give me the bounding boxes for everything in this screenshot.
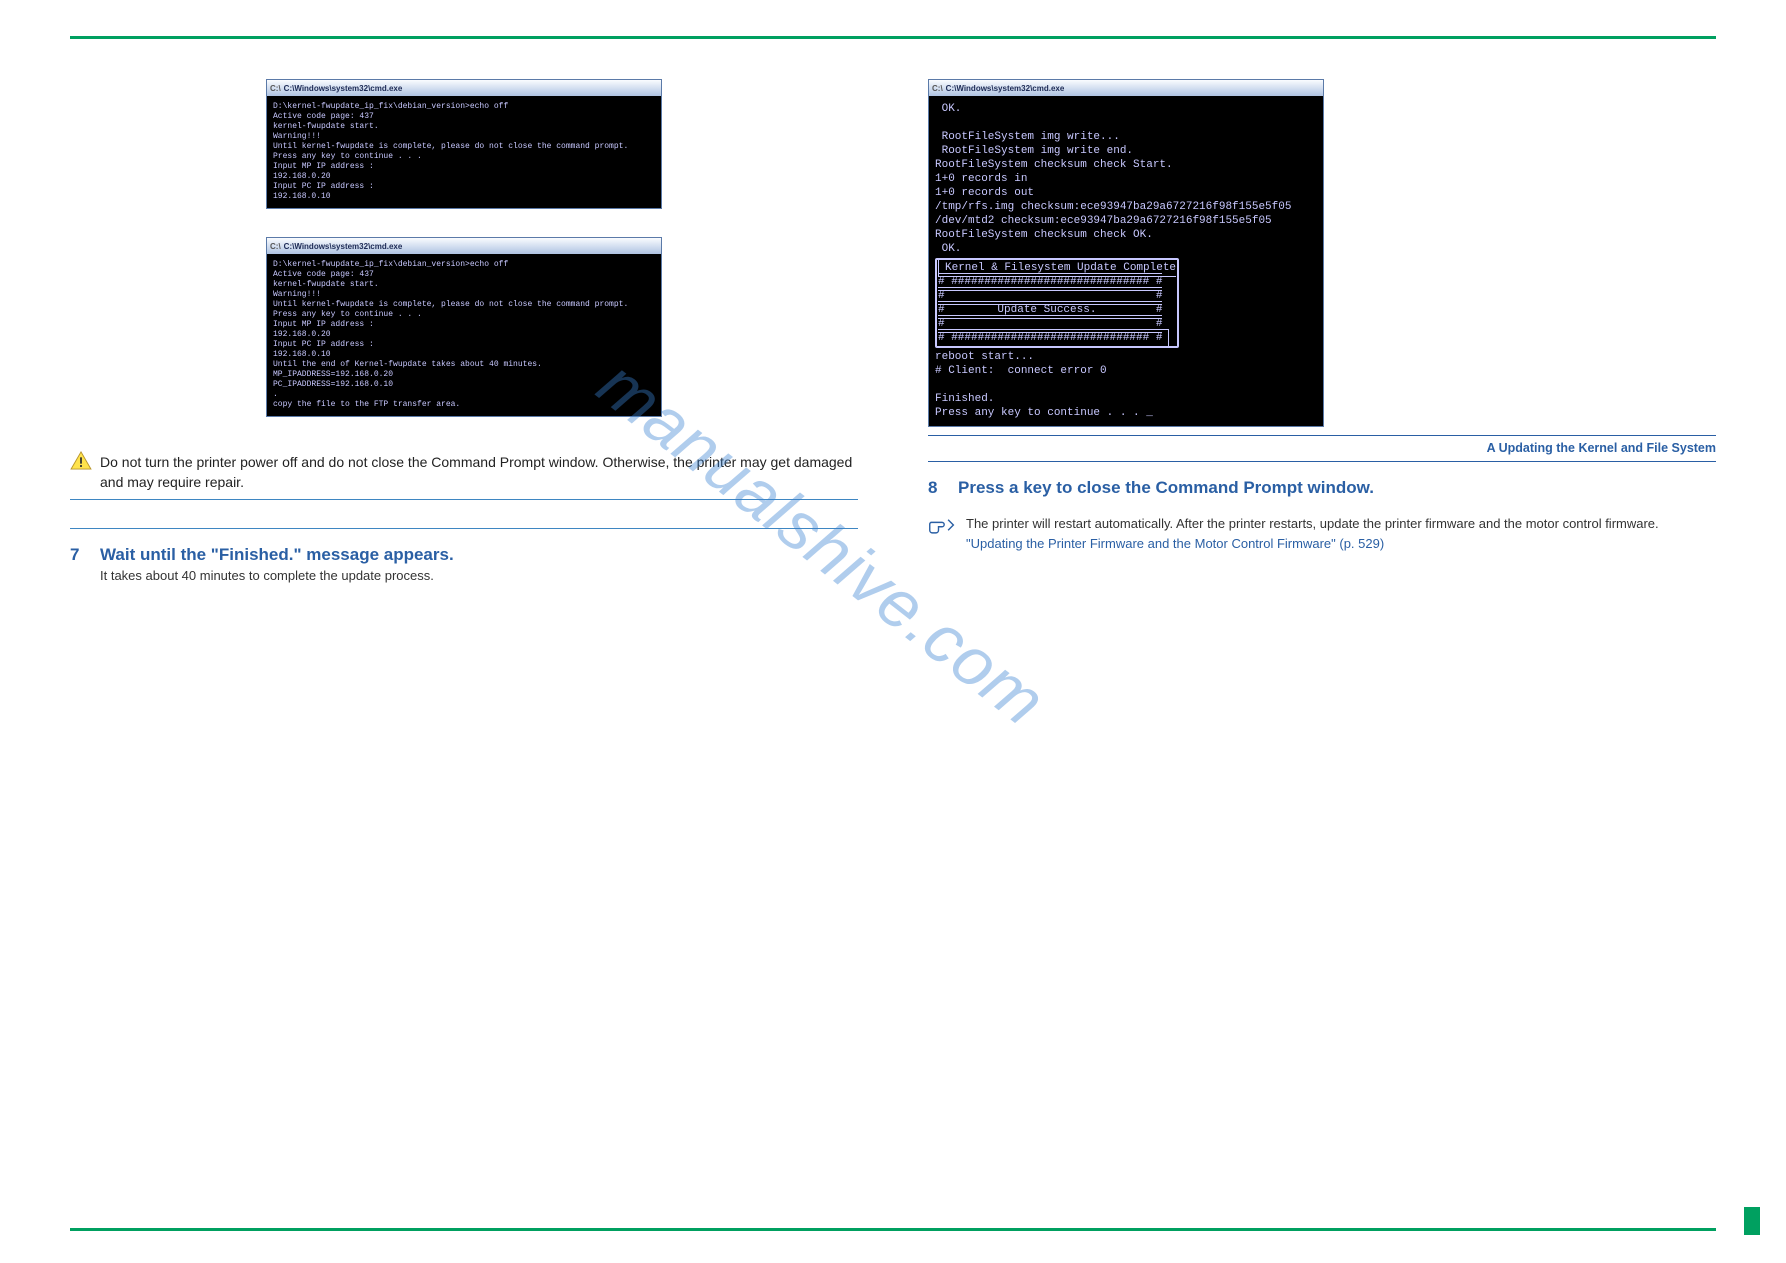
section-rule <box>928 461 1716 462</box>
columns: C:\ C:\Windows\system32\cmd.exe D:\kerne… <box>70 79 1716 583</box>
cmd-body-3: OK. RootFileSystem img write... RootFile… <box>929 96 1323 426</box>
warning-icon <box>70 451 92 470</box>
warning-text: Do not turn the printer power off and do… <box>100 451 858 493</box>
step-number: 8 <box>928 478 950 498</box>
divider <box>70 499 858 500</box>
cmd-box-body: # ############################## # # # #… <box>938 276 1162 344</box>
note-xref[interactable]: "Updating the Printer Firmware and the M… <box>966 536 1384 551</box>
bottom-rule <box>70 1228 1716 1231</box>
note-body: The printer will restart automatically. … <box>966 516 1659 531</box>
pointing-hand-icon <box>928 514 956 536</box>
page-tab-mark <box>1744 1207 1760 1235</box>
cmd-body-2: D:\kernel-fwupdate_ip_fix\debian_version… <box>267 254 661 416</box>
note-row: The printer will restart automatically. … <box>928 514 1716 553</box>
left-column: C:\ C:\Windows\system32\cmd.exe D:\kerne… <box>70 79 858 583</box>
step-7-sub: It takes about 40 minutes to complete th… <box>100 568 858 583</box>
right-column: C:\ C:\Windows\system32\cmd.exe OK. Root… <box>928 79 1716 583</box>
step-8: 8 Press a key to close the Command Promp… <box>928 478 1716 498</box>
step-text: Press a key to close the Command Prompt … <box>958 478 1374 498</box>
cmd-window-3: C:\ C:\Windows\system32\cmd.exe OK. Root… <box>928 79 1324 427</box>
cmd-body-1: D:\kernel-fwupdate_ip_fix\debian_version… <box>267 96 661 208</box>
section-title-text: A Updating the Kernel and File System <box>1487 441 1716 455</box>
page: C:\ C:\Windows\system32\cmd.exe D:\kerne… <box>0 0 1786 1263</box>
cmd-titlebar: C:\ C:\Windows\system32\cmd.exe <box>267 238 661 254</box>
step-number: 7 <box>70 545 92 565</box>
cmd-box-line1: Kernel & Filesystem Update Complete <box>945 262 1176 274</box>
note-text: The printer will restart automatically. … <box>966 514 1659 553</box>
cmd-window-1: C:\ C:\Windows\system32\cmd.exe D:\kerne… <box>266 79 662 209</box>
cmd-title-text: C:\Windows\system32\cmd.exe <box>946 84 1065 93</box>
cmd-titlebar: C:\ C:\Windows\system32\cmd.exe <box>267 80 661 96</box>
cmd-title-text: C:\Windows\system32\cmd.exe <box>284 242 403 251</box>
cmd-pre: OK. RootFileSystem img write... RootFile… <box>935 103 1291 255</box>
cmd-box: Kernel & Filesystem Update Complete # ##… <box>935 258 1179 348</box>
cmd-window-2: C:\ C:\Windows\system32\cmd.exe D:\kerne… <box>266 237 662 417</box>
top-rule <box>70 36 1716 39</box>
warning-row: Do not turn the printer power off and do… <box>70 451 858 493</box>
cmd-title-icon: C:\ <box>270 84 281 93</box>
step-text: Wait until the "Finished." message appea… <box>100 545 454 565</box>
section-title-bar: A Updating the Kernel and File System <box>928 439 1716 457</box>
cmd-title-icon: C:\ <box>932 84 943 93</box>
cmd-post: reboot start... # Client: connect error … <box>935 351 1153 419</box>
cmd-title-text: C:\Windows\system32\cmd.exe <box>284 84 403 93</box>
cmd-title-icon: C:\ <box>270 242 281 251</box>
step-7: 7 Wait until the "Finished." message app… <box>70 545 858 565</box>
divider <box>70 528 858 529</box>
section-rule <box>928 435 1716 436</box>
cmd-titlebar: C:\ C:\Windows\system32\cmd.exe <box>929 80 1323 96</box>
